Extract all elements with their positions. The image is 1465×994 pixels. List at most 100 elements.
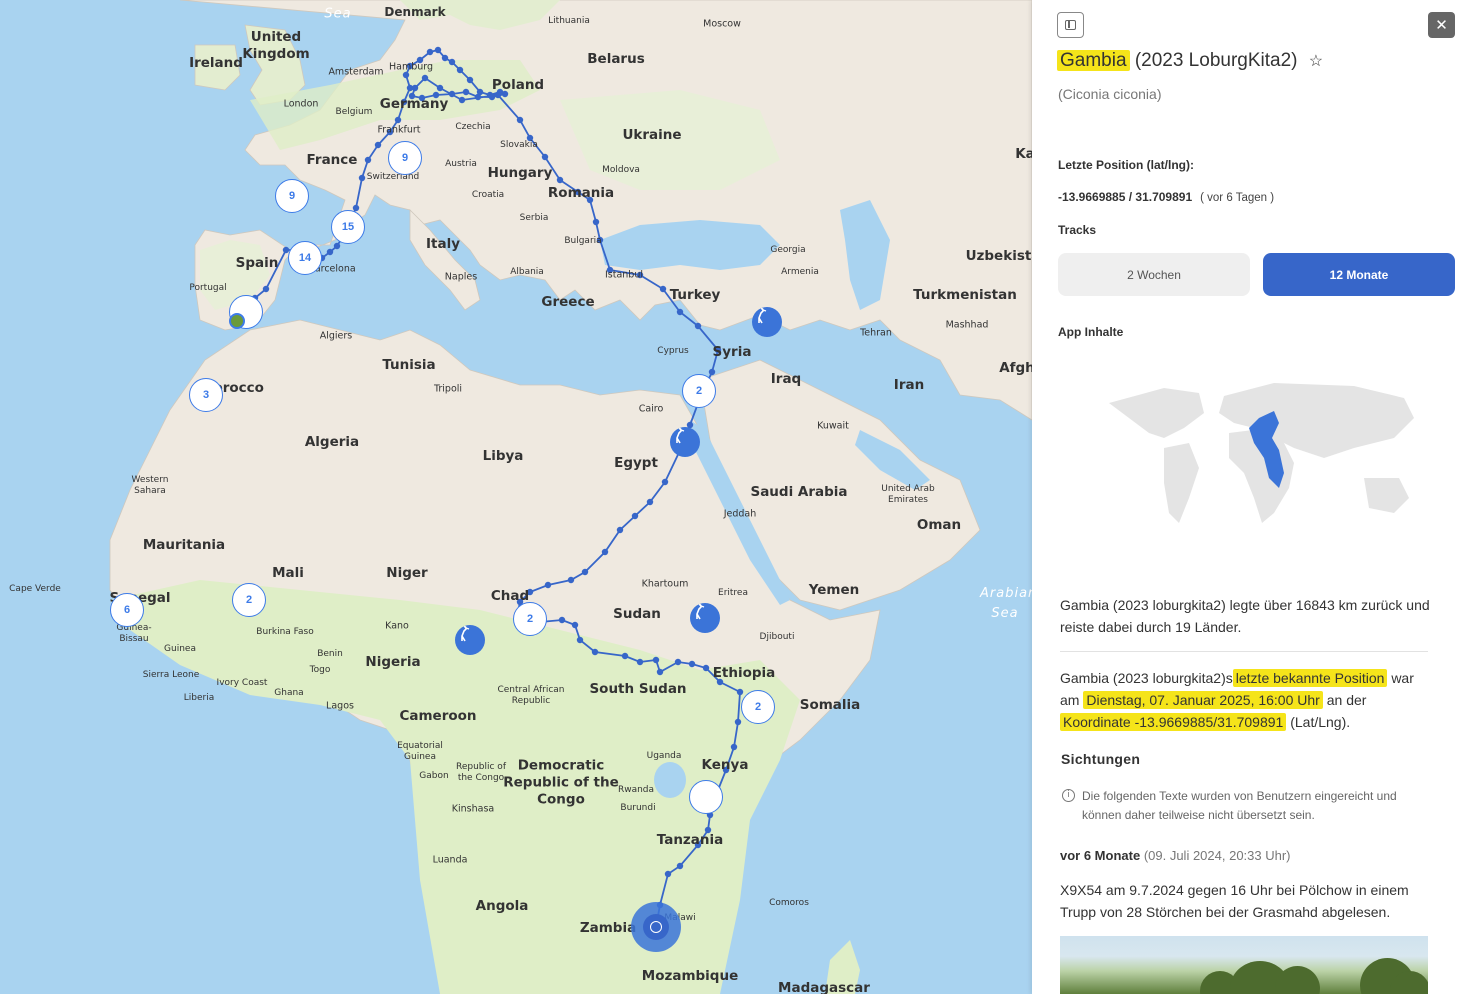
map-cluster[interactable]: 2: [232, 583, 266, 617]
stork-icon[interactable]: [670, 427, 700, 457]
track-point[interactable]: [576, 636, 584, 644]
track-2-weeks-button[interactable]: 2 Wochen: [1058, 253, 1250, 296]
track-point[interactable]: [571, 621, 579, 629]
track-point[interactable]: [722, 766, 730, 774]
map-cluster[interactable]: 2: [682, 374, 716, 408]
map-cluster[interactable]: 14: [288, 241, 322, 275]
track-point[interactable]: [544, 581, 552, 589]
stork-icon[interactable]: [455, 625, 485, 655]
track-point[interactable]: [656, 668, 664, 676]
track-point[interactable]: [674, 658, 682, 666]
observation-photo[interactable]: [1060, 936, 1428, 994]
track-point[interactable]: [596, 236, 604, 244]
track-point[interactable]: [466, 76, 474, 84]
track-point[interactable]: [631, 512, 639, 520]
track-point[interactable]: [730, 743, 738, 751]
track-point[interactable]: [708, 368, 716, 376]
track-point[interactable]: [448, 58, 456, 66]
track-point[interactable]: [394, 116, 402, 124]
track-point[interactable]: [434, 46, 442, 54]
track-point[interactable]: [574, 188, 582, 196]
track-point[interactable]: [676, 862, 684, 870]
track-point[interactable]: [702, 664, 710, 672]
track-point[interactable]: [426, 48, 434, 56]
track-point[interactable]: [364, 156, 372, 164]
track-point[interactable]: [501, 90, 509, 98]
stork-icon[interactable]: [690, 603, 720, 633]
track-point[interactable]: [448, 90, 456, 98]
current-position-marker[interactable]: [631, 902, 681, 952]
map-cluster[interactable]: 2: [513, 602, 547, 636]
track-point[interactable]: [736, 688, 744, 696]
track-point[interactable]: [621, 652, 629, 660]
track-point[interactable]: [400, 98, 408, 106]
track-point[interactable]: [688, 660, 696, 668]
track-point[interactable]: [541, 153, 549, 161]
close-button[interactable]: ✕: [1428, 12, 1455, 38]
track-point[interactable]: [676, 308, 684, 316]
track-point[interactable]: [374, 141, 382, 149]
track-point[interactable]: [526, 588, 534, 596]
track-point[interactable]: [716, 678, 724, 686]
track-point[interactable]: [592, 218, 600, 226]
track-point[interactable]: [406, 62, 414, 70]
track-point[interactable]: [456, 66, 464, 74]
track-point[interactable]: [432, 91, 440, 99]
track-point[interactable]: [474, 93, 482, 101]
track-point[interactable]: [714, 346, 722, 354]
track-point[interactable]: [488, 93, 496, 101]
map-cluster[interactable]: 9: [388, 141, 422, 175]
track-point[interactable]: [581, 568, 589, 576]
track-point[interactable]: [591, 648, 599, 656]
track-point[interactable]: [494, 91, 502, 99]
track-point[interactable]: [408, 92, 416, 100]
track-point[interactable]: [526, 134, 534, 142]
track-point[interactable]: [586, 196, 594, 204]
track-point[interactable]: [694, 322, 702, 330]
track-point[interactable]: [386, 128, 394, 136]
stork-icon[interactable]: [752, 307, 782, 337]
track-point[interactable]: [659, 285, 667, 293]
track-point[interactable]: [421, 74, 429, 82]
map-cluster[interactable]: 2: [741, 690, 775, 724]
track-point[interactable]: [556, 176, 564, 184]
track-point[interactable]: [441, 54, 449, 62]
track-point[interactable]: [636, 271, 644, 279]
track-point[interactable]: [606, 266, 614, 274]
map[interactable]: Sea Arabian Sea Ireland United Kingdom F…: [0, 0, 1032, 994]
track-point[interactable]: [436, 84, 444, 92]
collapse-panel-button[interactable]: [1057, 12, 1084, 38]
track-point[interactable]: [558, 616, 566, 624]
track-point[interactable]: [734, 718, 742, 726]
track-point[interactable]: [661, 478, 669, 486]
map-cluster[interactable]: 6: [110, 593, 144, 627]
map-cluster[interactable]: [689, 780, 723, 814]
start-marker[interactable]: [229, 313, 245, 329]
track-12-months-button[interactable]: 12 Monate: [1263, 253, 1455, 296]
track-point[interactable]: [567, 576, 575, 584]
track-point[interactable]: [652, 656, 660, 664]
track-point[interactable]: [416, 56, 424, 64]
track-point[interactable]: [616, 526, 624, 534]
star-icon[interactable]: ☆: [1309, 53, 1323, 70]
track-point[interactable]: [458, 96, 466, 104]
track-point[interactable]: [646, 498, 654, 506]
track-point[interactable]: [418, 94, 426, 102]
map-cluster[interactable]: 3: [189, 378, 223, 412]
map-canvas[interactable]: [0, 0, 1032, 994]
track-point[interactable]: [358, 174, 366, 182]
map-cluster[interactable]: 15: [331, 210, 365, 244]
track-point[interactable]: [402, 71, 410, 79]
track-point[interactable]: [516, 116, 524, 124]
track-point[interactable]: [411, 84, 419, 92]
track-point[interactable]: [462, 88, 470, 96]
track-point[interactable]: [262, 285, 270, 293]
track-point[interactable]: [664, 870, 672, 878]
track-point[interactable]: [601, 548, 609, 556]
track-point[interactable]: [704, 826, 712, 834]
map-cluster[interactable]: 9: [275, 179, 309, 213]
track-point[interactable]: [333, 242, 341, 250]
track-point[interactable]: [326, 248, 334, 256]
track-point[interactable]: [694, 841, 702, 849]
track-point[interactable]: [636, 658, 644, 666]
